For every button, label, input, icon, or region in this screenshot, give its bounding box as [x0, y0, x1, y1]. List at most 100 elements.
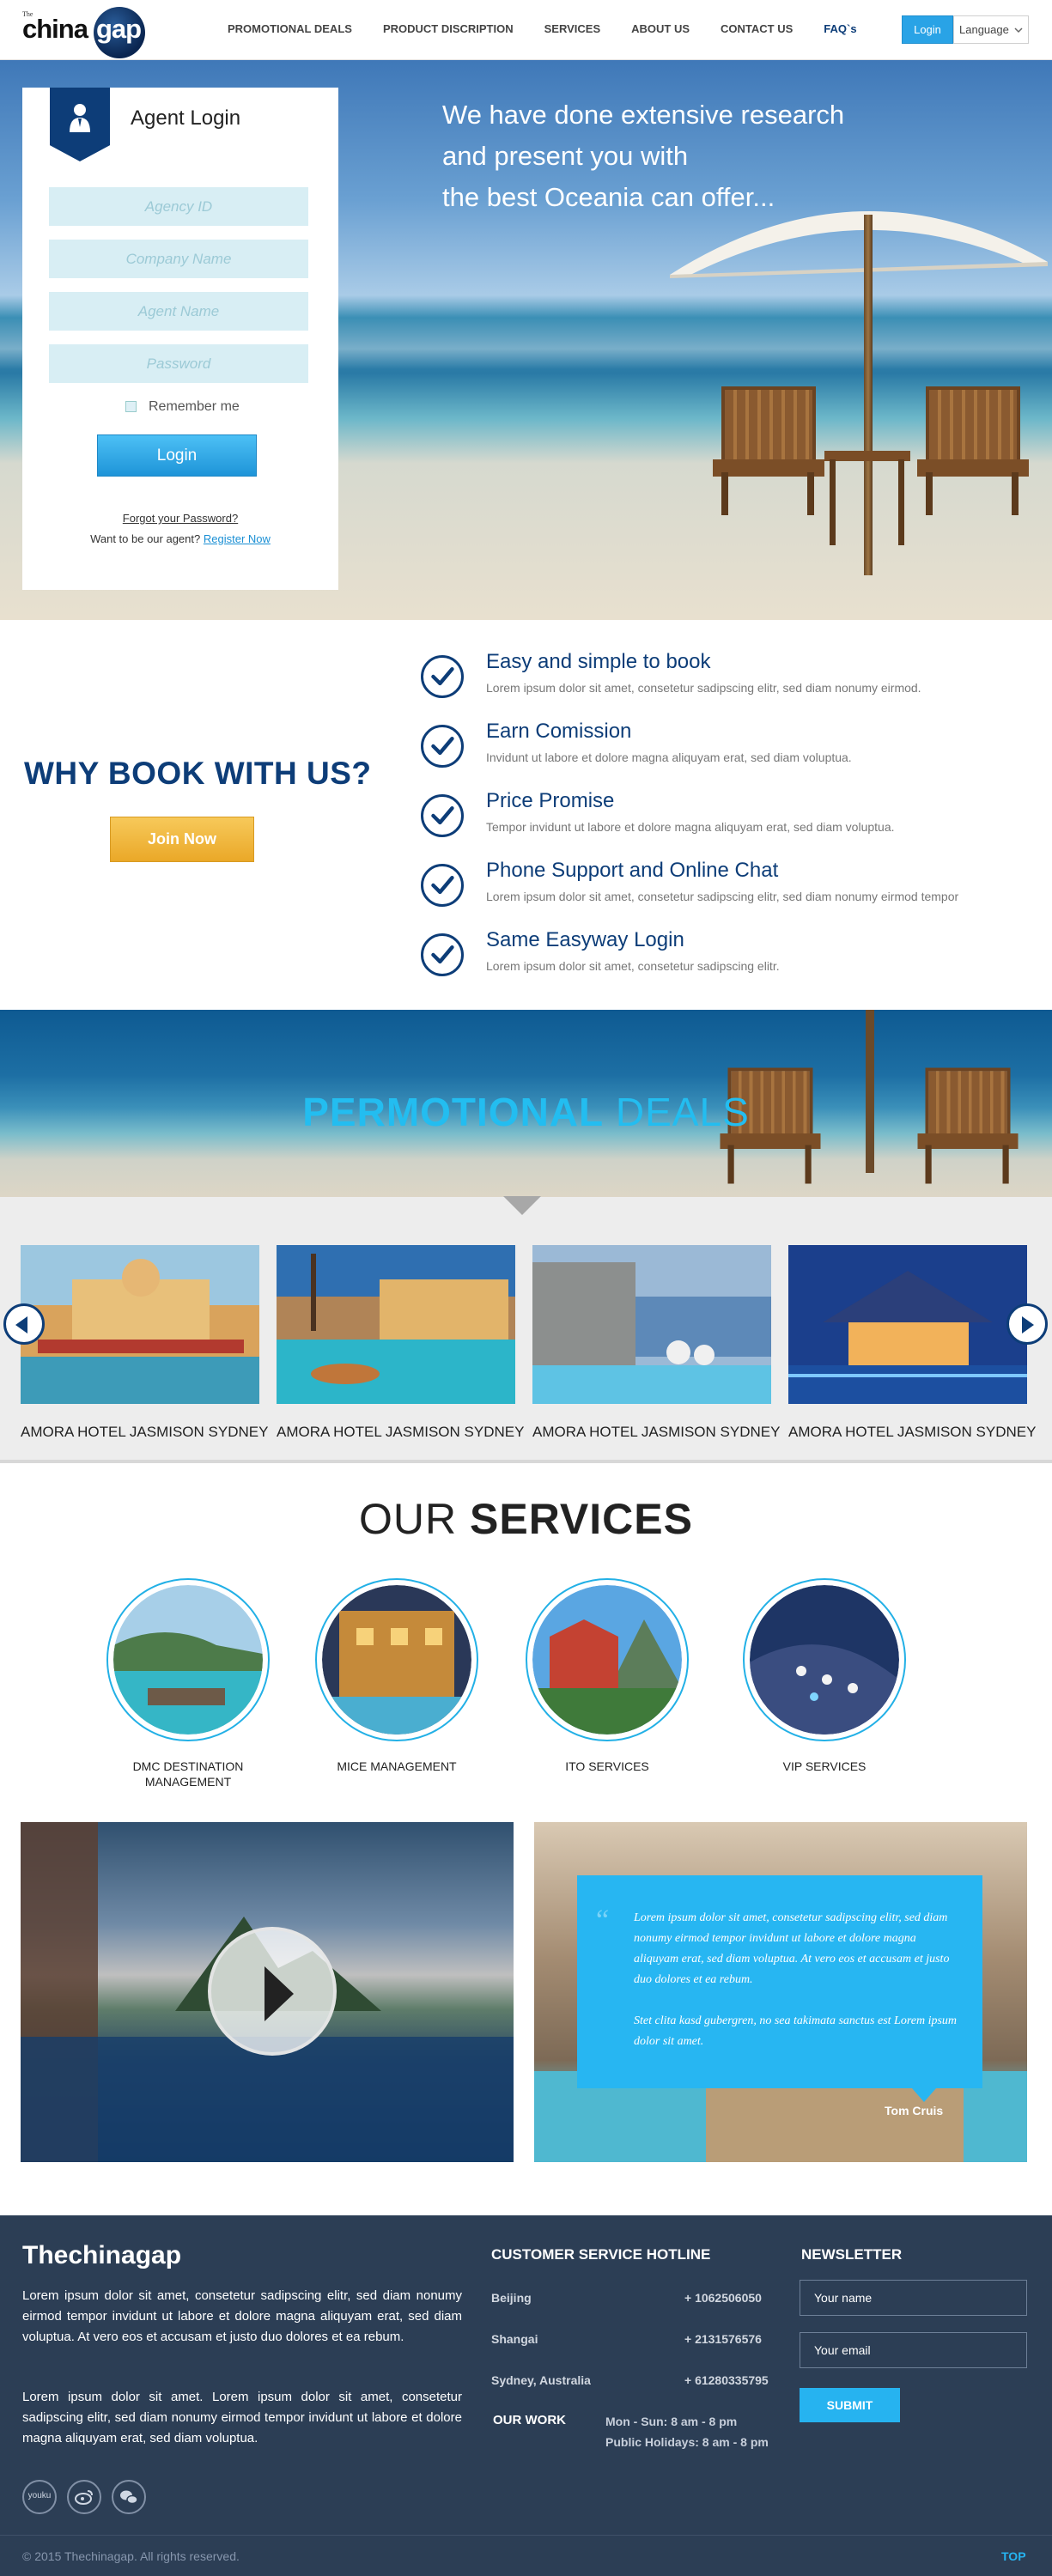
service-label: DMC DESTINATION MANAGEMENT	[132, 1759, 244, 1789]
newsletter-email-input[interactable]: Your email	[800, 2332, 1027, 2368]
hero-headline-line: We have done extensive research	[442, 100, 845, 130]
promo-banner: PERMOTIONAL DEALS	[0, 1010, 1052, 1197]
hotline-phone: + 1062506050	[684, 2291, 762, 2305]
password-field[interactable]: Password	[49, 344, 308, 383]
language-selector[interactable]: Language	[953, 15, 1029, 44]
service-item[interactable]: ITO SERVICES	[526, 1578, 689, 1774]
hotline-city: Shangai	[491, 2332, 538, 2346]
service-item[interactable]: VIP SERVICES	[743, 1578, 906, 1774]
back-to-top-link[interactable]: TOP	[1001, 2549, 1026, 2563]
agent-login-panel: Agent Login Agency ID Company Name Agent…	[22, 88, 338, 590]
footer-brand: Thechinagap	[22, 2241, 182, 2269]
header-login-button[interactable]: Login	[902, 15, 953, 44]
why-book-title: WHY BOOK WITH US?	[24, 756, 372, 791]
remember-me[interactable]: Remember me	[125, 399, 240, 415]
register-now-link[interactable]: Register Now	[204, 532, 271, 545]
beach-chair-image	[713, 386, 824, 515]
feature-title: Earn Comission	[486, 720, 632, 743]
beach-chair-image-2	[917, 386, 1029, 515]
testimonial-author: Tom Cruis	[885, 2104, 944, 2117]
nav-product-description[interactable]: PRODUCT DISCRIPTION	[383, 22, 514, 35]
footer-paragraph: Lorem ipsum dolor sit amet. Lorem ipsum …	[22, 2390, 462, 2445]
service-image-ring	[315, 1578, 478, 1741]
carousel-prev-icon[interactable]	[3, 1303, 45, 1345]
video-player[interactable]	[21, 1822, 514, 2162]
footer-paragraph: Lorem ipsum dolor sit amet, consetetur s…	[22, 2288, 462, 2344]
nav-about-us[interactable]: ABOUT US	[631, 22, 690, 35]
feature-title: Price Promise	[486, 789, 615, 812]
newsletter-name-input[interactable]: Your name	[800, 2280, 1027, 2316]
logo[interactable]: The china gap	[22, 5, 151, 58]
service-image	[322, 1585, 471, 1735]
service-image	[532, 1585, 682, 1735]
hotel-name: AMORA HOTEL JASMISON SYDNEY	[532, 1424, 781, 1440]
nav-faqs[interactable]: FAQ`s	[824, 22, 856, 35]
hotel-card[interactable]: AMORA HOTEL JASMISON SYDNEY	[532, 1245, 781, 1441]
services-title-bold: SERVICES	[470, 1495, 693, 1543]
testimonial-text: Lorem ipsum dolor sit amet, consetetur s…	[634, 1908, 960, 2052]
hotline-title: CUSTOMER SERVICE HOTLINE	[491, 2246, 711, 2263]
wechat-icon[interactable]	[112, 2480, 146, 2514]
logo-gap-mark: gap	[91, 7, 170, 58]
hotline-phone: + 2131576576	[684, 2332, 762, 2346]
remember-checkbox[interactable]	[125, 401, 137, 412]
play-icon[interactable]	[208, 1927, 337, 2056]
service-item[interactable]: MICE MANAGEMENT	[315, 1578, 478, 1774]
feature-desc: Lorem ipsum dolor sit amet, consetetur s…	[486, 890, 959, 903]
hotel-image	[277, 1245, 515, 1404]
weibo-icon[interactable]	[67, 2480, 101, 2514]
forgot-password-link[interactable]: Forgot your Password?	[22, 512, 338, 525]
become-agent-text: Want to be our agent? Register Now	[22, 532, 338, 545]
carousel-next-icon[interactable]	[1006, 1303, 1048, 1345]
main-nav: PROMOTIONAL DEALS PRODUCT DISCRIPTION SE…	[228, 22, 888, 35]
service-label: ITO SERVICES	[565, 1759, 649, 1773]
hotel-name: AMORA HOTEL JASMISON SYDNEY	[277, 1424, 525, 1440]
work-hours: Mon - Sun: 8 am - 8 pm	[605, 2415, 738, 2428]
hotel-card[interactable]: AMORA HOTEL JASMISON SYDNEY	[277, 1245, 525, 1441]
feature-item: Earn Comission Invidunt ut labore et dol…	[421, 720, 1039, 780]
hotel-card[interactable]: AMORA HOTEL JASMISON SYDNEY	[788, 1245, 1037, 1441]
hotel-image	[21, 1245, 259, 1404]
hotline-phone: + 61280335795	[684, 2373, 769, 2387]
hotel-image	[532, 1245, 771, 1404]
quote-icon: “	[596, 1905, 610, 1936]
company-name-field[interactable]: Company Name	[49, 240, 308, 278]
newsletter-submit-button[interactable]: SUBMIT	[800, 2388, 900, 2422]
check-circle-icon	[421, 933, 464, 976]
nav-contact-us[interactable]: CONTACT US	[721, 22, 793, 35]
site-header: The china gap PROMOTIONAL DEALS PRODUCT …	[0, 0, 1052, 60]
newsletter-title: NEWSLETTER	[801, 2246, 903, 2263]
hotel-card[interactable]: AMORA HOTEL JASMISON SYDNEY	[21, 1245, 268, 1441]
agent-name-field[interactable]: Agent Name	[49, 292, 308, 331]
services-title-light: OUR	[359, 1495, 471, 1543]
agent-user-icon	[70, 104, 90, 132]
check-circle-icon	[421, 655, 464, 698]
youku-icon[interactable]: youku	[22, 2480, 57, 2514]
feature-title: Same Easyway Login	[486, 928, 684, 951]
feature-desc: Lorem ipsum dolor sit amet, consetetur s…	[486, 959, 780, 973]
testimonial-paragraph: Lorem ipsum dolor sit amet, consetetur s…	[634, 1911, 950, 1986]
wechat-glyph	[120, 2490, 138, 2505]
agency-id-field[interactable]: Agency ID	[49, 187, 308, 226]
site-footer: Thechinagap Lorem ipsum dolor sit amet, …	[0, 2215, 1052, 2576]
agent-login-button[interactable]: Login	[97, 434, 257, 477]
logo-china: china	[22, 14, 88, 44]
service-item[interactable]: DMC DESTINATION MANAGEMENT	[106, 1578, 270, 1789]
feature-desc: Invidunt ut labore et dolore magna aliqu…	[486, 750, 852, 764]
feature-item: Easy and simple to book Lorem ipsum dolo…	[421, 650, 1039, 710]
nav-promotional-deals[interactable]: PROMOTIONAL DEALS	[228, 22, 352, 35]
join-now-button[interactable]: Join Now	[110, 817, 254, 862]
hotel-name: AMORA HOTEL JASMISON SYDNEY	[788, 1424, 1037, 1440]
check-circle-icon	[421, 794, 464, 837]
language-label: Language	[959, 23, 1009, 36]
copyright: © 2015 Thechinagap. All rights reserved.	[22, 2549, 240, 2563]
hero-headline: We have done extensive research and pres…	[442, 94, 889, 218]
agent-login-title: Agent Login	[131, 106, 241, 130]
nav-services[interactable]: SERVICES	[544, 22, 601, 35]
hero-headline-line: the best Oceania can offer...	[442, 182, 775, 212]
promo-title-light: DEALS	[604, 1090, 750, 1134]
feature-item: Price Promise Tempor invidunt ut labore …	[421, 789, 1039, 849]
agent-badge	[50, 88, 110, 161]
service-image-ring	[106, 1578, 270, 1741]
feature-item: Phone Support and Online Chat Lorem ipsu…	[421, 859, 1039, 919]
